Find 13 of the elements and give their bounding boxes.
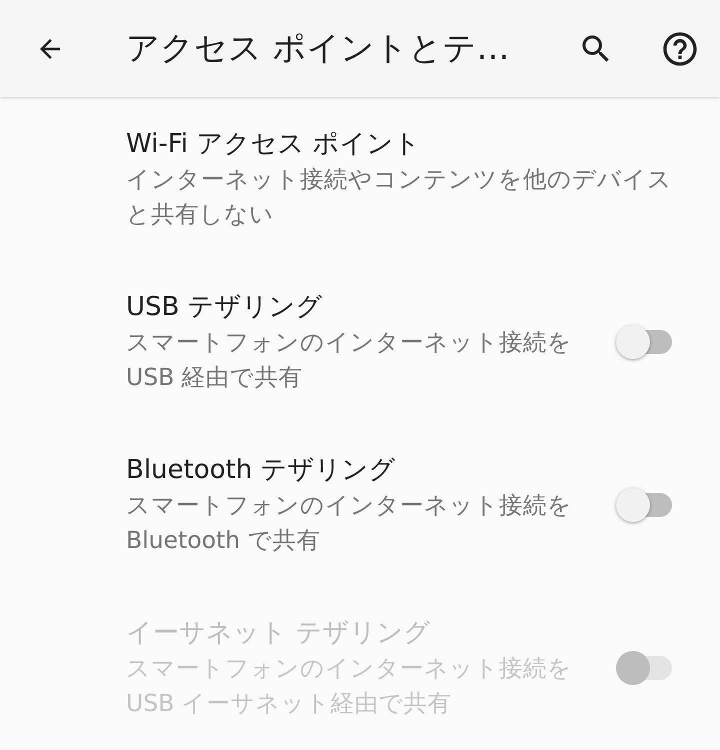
setting-title: USB テザリング	[126, 290, 324, 324]
setting-summary: インターネット接続やコンテンツを他のデバイスと共有しない	[126, 164, 673, 230]
setting-title: Wi-Fi アクセス ポイント	[126, 128, 422, 160]
screen-title: アクセス ポイントとテ…	[126, 27, 510, 69]
setting-title: Bluetooth テザリング	[126, 454, 396, 486]
setting-row[interactable]: Wi-Fi アクセス ポイント インターネット接続やコンテンツを他のデバイスと共有しない	[0, 97, 720, 260]
setting-row[interactable]: Bluetooth テザリング スマートフォンのインターネット接続を Bluetooth で共有	[0, 423, 720, 586]
toggle-switch[interactable]	[616, 322, 674, 360]
setting-summary: スマートフォンのインターネット接続を USB 経由で共有	[126, 326, 573, 392]
setting-summary: スマートフォンのインターネット接続を Bluetooth で共有	[126, 490, 573, 556]
setting-row[interactable]: USB テザリング スマートフォンのインターネット接続を USB 経由で共有	[0, 260, 720, 423]
setting-title: イーサネット テザリング	[126, 616, 432, 650]
toggle-switch[interactable]	[616, 486, 674, 524]
